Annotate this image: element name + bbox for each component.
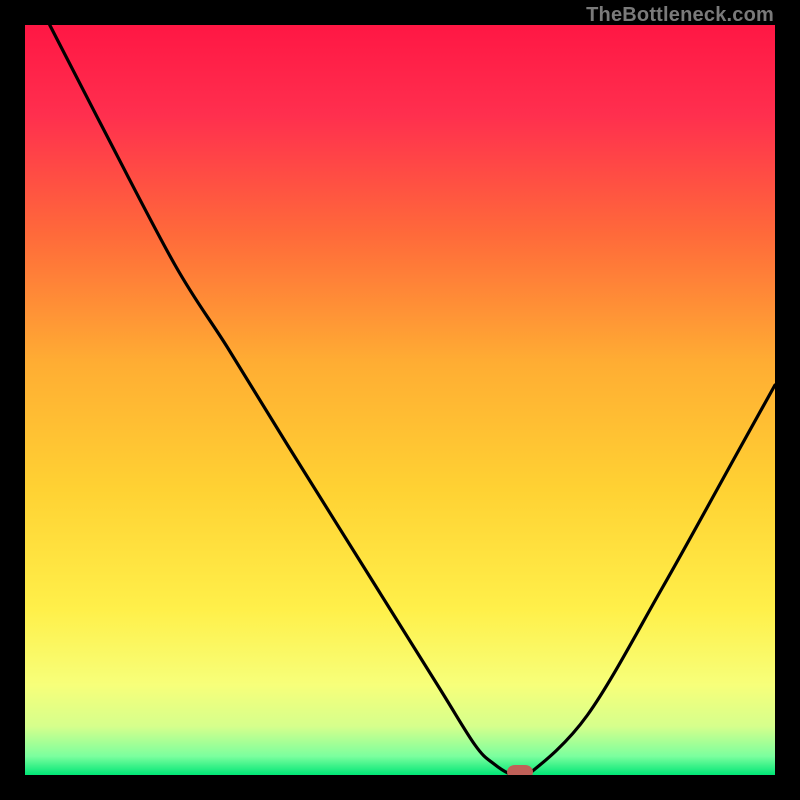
curve-path — [50, 25, 775, 775]
plot-area — [25, 25, 775, 775]
min-marker — [507, 765, 533, 775]
chart-frame: TheBottleneck.com — [0, 0, 800, 800]
line-chart — [25, 25, 775, 775]
watermark-text: TheBottleneck.com — [586, 4, 774, 27]
